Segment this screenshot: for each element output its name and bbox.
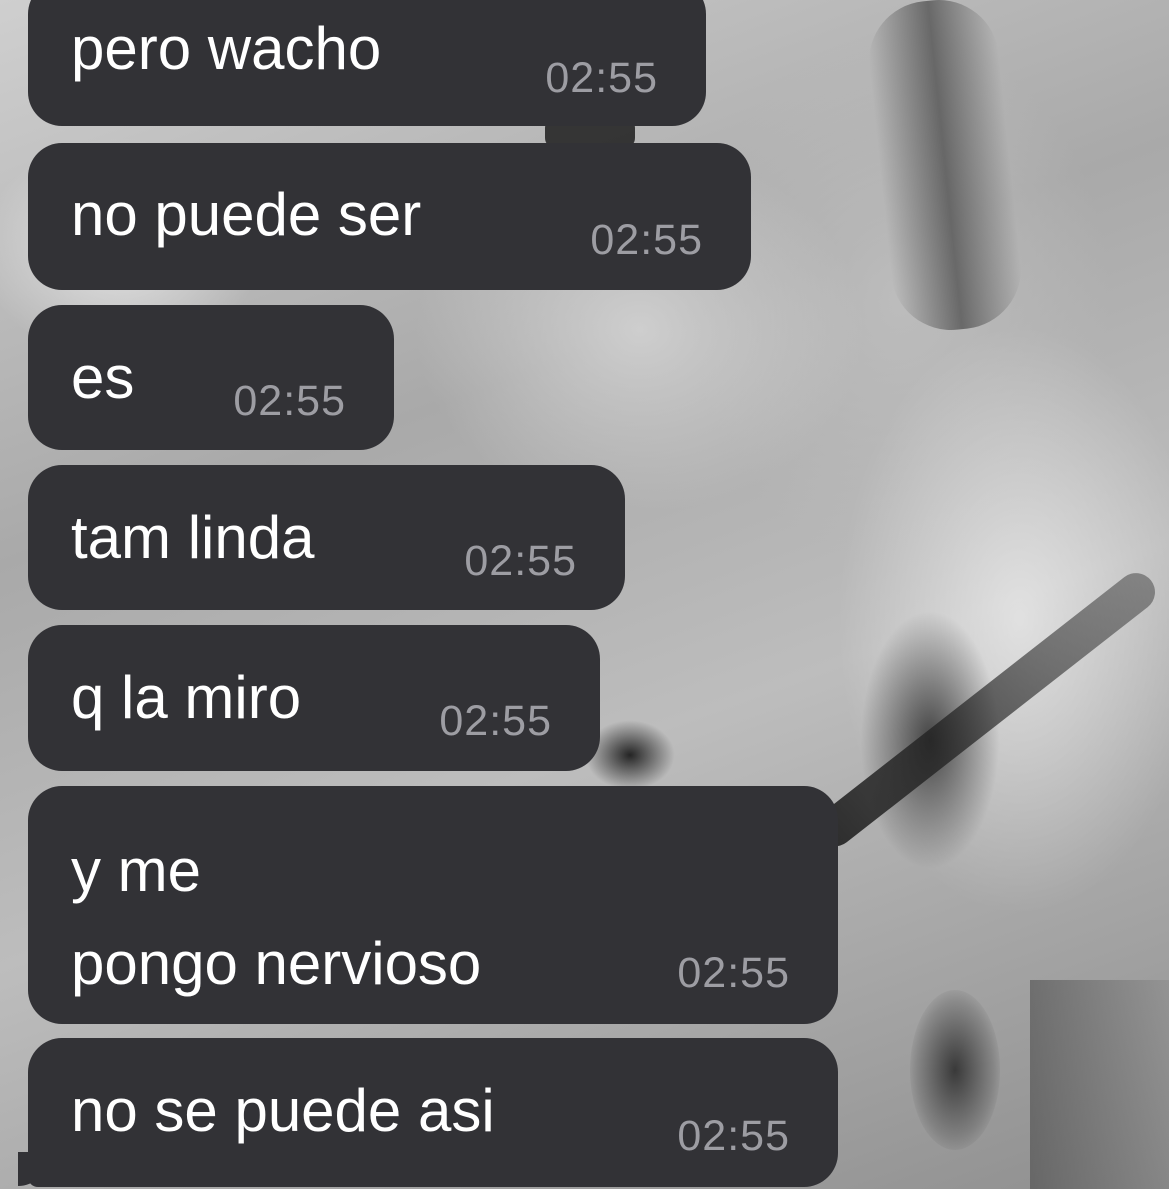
- message-text: es: [71, 344, 135, 411]
- message-bubble[interactable]: tam linda 02:55: [28, 465, 625, 610]
- message-timestamp: 02:55: [464, 537, 577, 585]
- message-bubble[interactable]: q la miro 02:55: [28, 625, 600, 771]
- message-text: pero wacho: [71, 15, 382, 82]
- message-text: no se puede asi: [71, 1077, 495, 1144]
- message-timestamp: 02:55: [590, 216, 703, 264]
- wallpaper-shadow: [1030, 980, 1169, 1189]
- wallpaper-shadow: [863, 0, 1027, 336]
- message-timestamp: 02:55: [439, 697, 552, 745]
- wallpaper-shadow: [910, 990, 1000, 1150]
- message-bubble[interactable]: no puede ser 02:55: [28, 143, 751, 290]
- message-timestamp: 02:55: [545, 54, 658, 102]
- message-bubble[interactable]: pero wacho 02:55: [28, 0, 706, 126]
- message-timestamp: 02:55: [677, 949, 790, 997]
- message-text: no puede ser: [71, 181, 422, 248]
- message-bubble[interactable]: no se puede asi 02:55: [28, 1038, 838, 1187]
- message-bubble[interactable]: y me pongo nervioso 02:55: [28, 786, 838, 1024]
- message-timestamp: 02:55: [677, 1112, 790, 1160]
- message-text: q la miro: [71, 664, 302, 731]
- message-text: y me pongo nervioso: [71, 837, 482, 997]
- message-timestamp: 02:55: [233, 377, 346, 425]
- message-bubble[interactable]: es 02:55: [28, 305, 394, 450]
- message-text: tam linda: [71, 504, 315, 571]
